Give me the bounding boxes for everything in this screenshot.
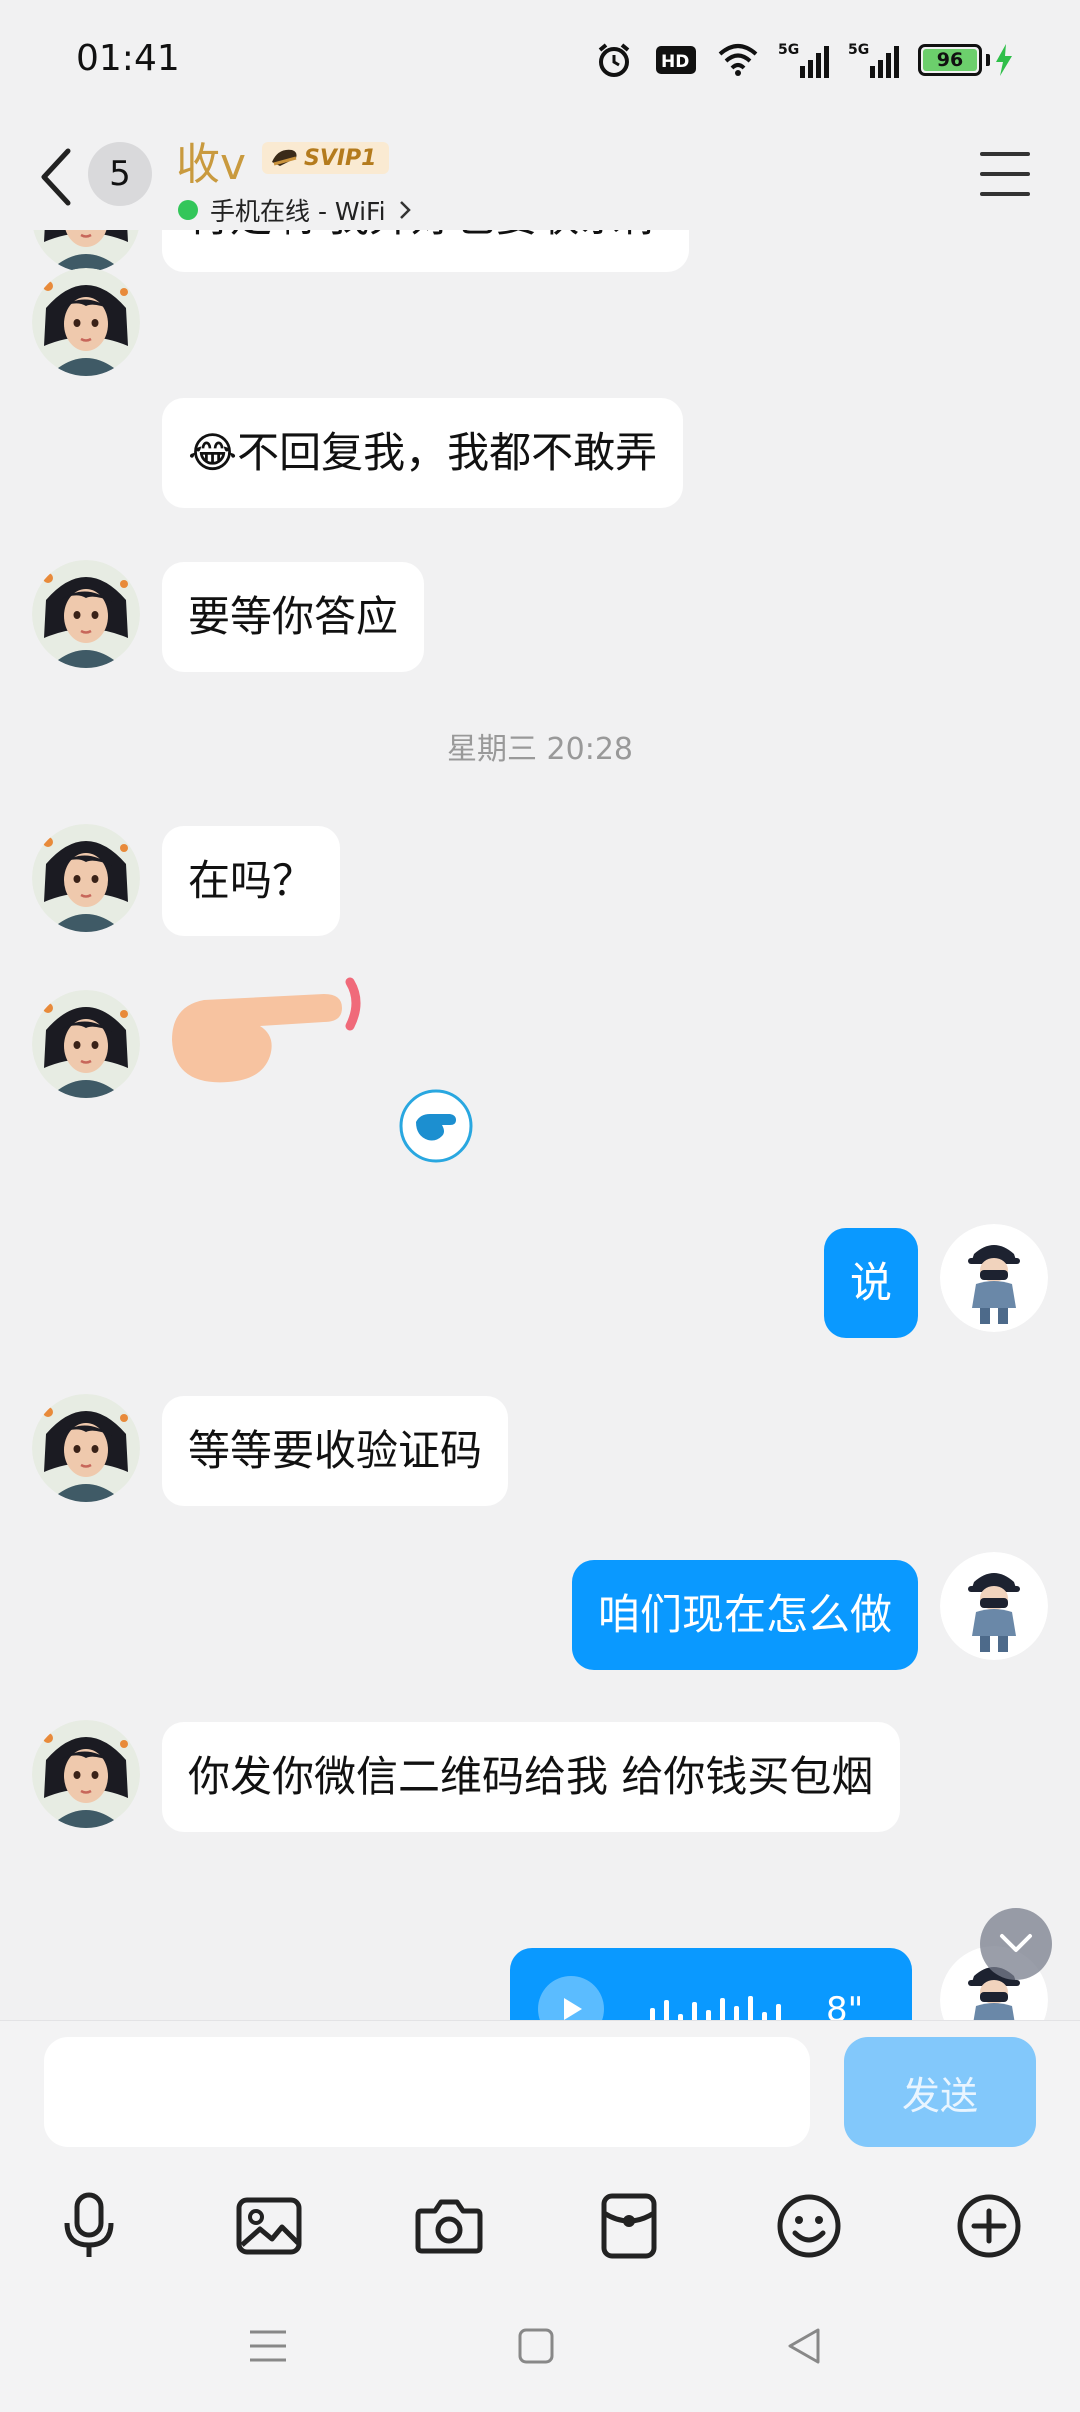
message-bubble[interactable]: 要等你答应 [162, 562, 425, 672]
time-divider: 星期三 20:28 [447, 732, 633, 767]
image-icon[interactable] [224, 2181, 314, 2271]
menu-icon [250, 2330, 286, 2362]
send-button[interactable]: 发送 [844, 2037, 1036, 2147]
voice-duration: 8" [826, 1990, 864, 2020]
svip-label: SVIP1 [304, 145, 377, 171]
online-dot [178, 200, 198, 220]
message-bubble-outgoing[interactable]: 说 [823, 1228, 918, 1338]
voice-message-bubble[interactable]: 8" [510, 1948, 912, 2020]
mic-icon[interactable] [44, 2181, 134, 2271]
chevron-right-icon [399, 201, 411, 219]
contact-avatar[interactable] [32, 1394, 140, 1502]
scroll-to-bottom-button[interactable] [980, 1908, 1052, 1980]
pointing-hand-sticker[interactable] [164, 970, 364, 1106]
recent-apps-button[interactable] [238, 2316, 298, 2376]
square-icon [518, 2328, 554, 2364]
triangle-back-icon [788, 2328, 820, 2364]
signal-5g-icon: 5G [778, 38, 830, 82]
hd-icon: HD [654, 38, 698, 82]
svg-text:HD: HD [661, 52, 689, 72]
status-time: 01:41 [76, 38, 180, 79]
contact-avatar[interactable] [32, 268, 140, 376]
plus-icon[interactable] [944, 2181, 1034, 2271]
menu-line [980, 152, 1030, 156]
contact-name[interactable]: 收v [176, 128, 246, 192]
back-nav-button[interactable] [774, 2316, 834, 2376]
message-bubble[interactable]: 😂不回复我，我都不敢弄 [162, 398, 684, 508]
message-bubble[interactable]: 肯定啊 我弄好也要联系你 [162, 230, 690, 272]
online-status[interactable]: 手机在线 - WiFi [178, 192, 412, 228]
contact-avatar[interactable] [32, 560, 140, 668]
my-avatar[interactable] [940, 1224, 1048, 1332]
signal-5g-icon-2: 5G [848, 38, 900, 82]
play-icon[interactable] [538, 1976, 604, 2020]
red-packet-icon[interactable] [584, 2181, 674, 2271]
vip-cap-icon [272, 149, 297, 166]
message-bubble[interactable]: 你发你微信二维码给我 给你钱买包烟 [162, 1722, 900, 1832]
emoji-icon[interactable] [764, 2181, 854, 2271]
contact-avatar[interactable] [32, 230, 140, 272]
camera-icon[interactable] [404, 2181, 494, 2271]
status-bar: 01:41 HD 5G 5G 96 [0, 0, 1080, 120]
message-bubble[interactable]: 等等要收验证码 [162, 1396, 509, 1506]
unread-count-badge[interactable]: 5 [88, 142, 152, 206]
wifi-icon [716, 38, 760, 82]
battery-indicator: 96 [918, 44, 1014, 76]
home-button[interactable] [506, 2316, 566, 2376]
contact-avatar[interactable] [32, 824, 140, 932]
my-avatar[interactable] [940, 1552, 1048, 1660]
chat-header: 5 收v SVIP1 手机在线 - WiFi [0, 120, 1080, 230]
system-nav-bar [0, 2290, 1080, 2412]
svg-text:5G: 5G [778, 42, 799, 58]
menu-button[interactable] [980, 152, 1030, 196]
contact-avatar[interactable] [32, 1720, 140, 1828]
message-bubble-outgoing[interactable]: 咱们现在怎么做 [571, 1560, 918, 1670]
svg-text:5G: 5G [848, 42, 869, 58]
menu-line [980, 192, 1030, 196]
battery-level: 96 [923, 49, 977, 71]
alarm-icon [592, 38, 636, 82]
chevron-left-icon [41, 148, 71, 206]
charging-icon [996, 44, 1012, 76]
message-bubble[interactable]: 在吗？ [162, 826, 341, 936]
chat-message-list[interactable]: 肯定啊 我弄好也要联系你 😂不回复我，我都不敢弄 要等你答应 星期三 20:28… [0, 230, 1080, 2020]
message-input[interactable] [44, 2037, 810, 2147]
menu-line [980, 172, 1030, 176]
back-button[interactable] [34, 144, 78, 210]
online-status-text: 手机在线 - WiFi [210, 197, 386, 226]
status-icons: HD 5G 5G 96 [592, 38, 1014, 82]
svip-badge[interactable]: SVIP1 [262, 142, 389, 174]
sticker-source-icon[interactable] [398, 1088, 474, 1164]
voice-waveform [650, 1996, 781, 2020]
contact-avatar[interactable] [32, 990, 140, 1098]
chevron-down-icon [1000, 1934, 1032, 1952]
composer-toolbar [0, 2181, 1080, 2281]
